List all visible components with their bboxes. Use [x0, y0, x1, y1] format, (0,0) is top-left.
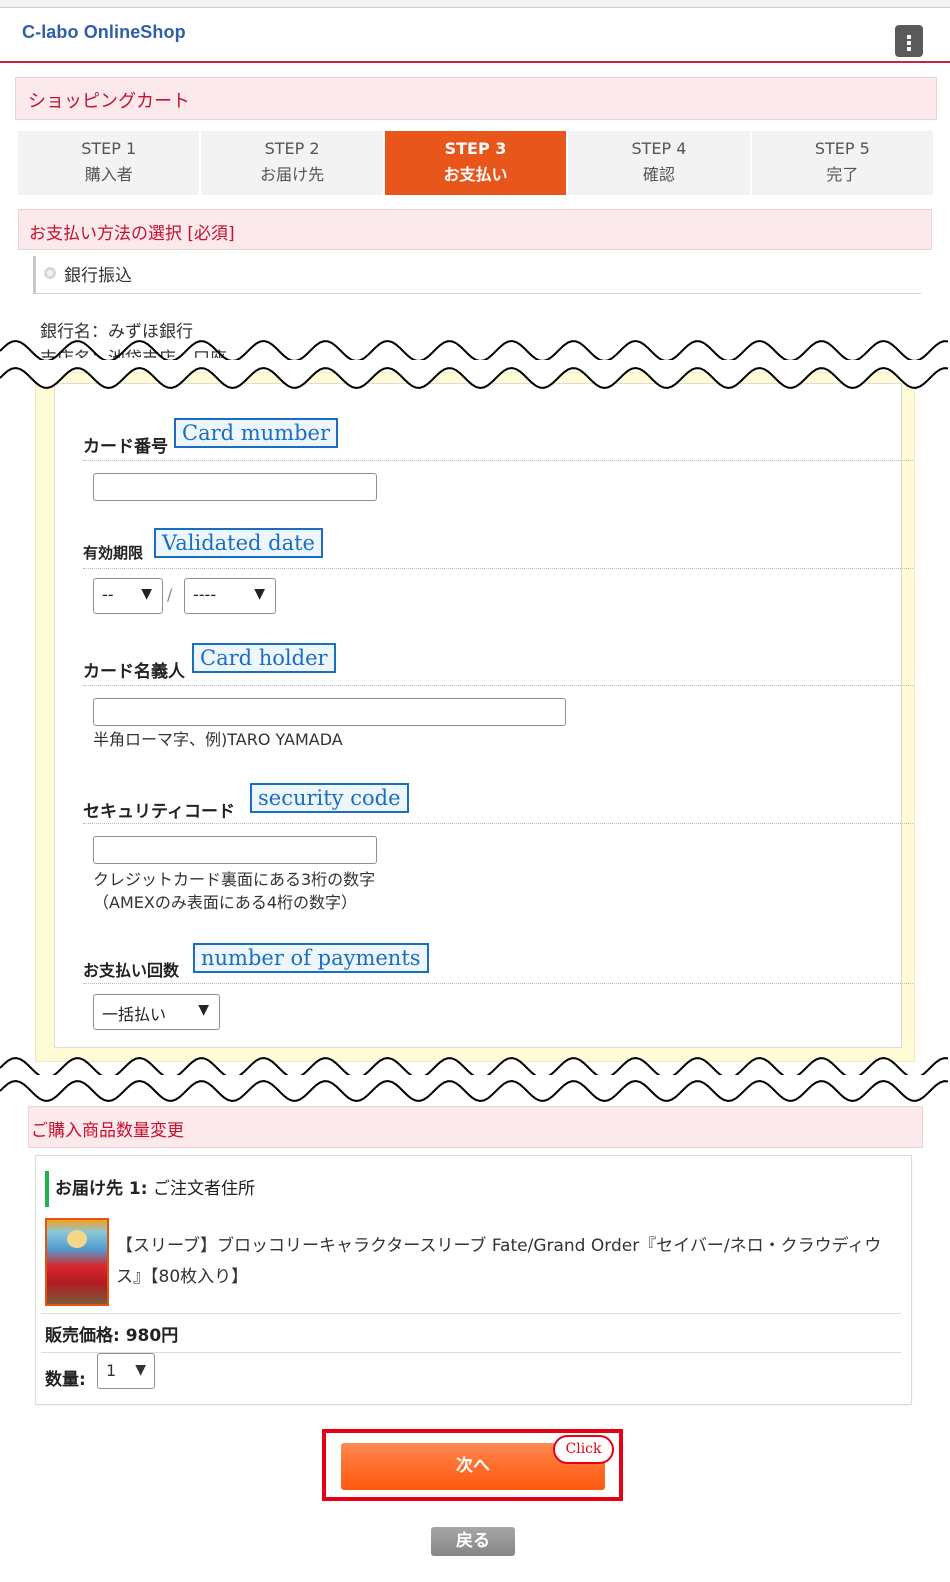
quantity-select[interactable]: 1 ▼ [97, 1353, 155, 1389]
security-code-hint-amex: （AMEXのみ表面にある4桁の数字） [93, 893, 358, 912]
divider [83, 823, 913, 824]
page-break-wave-bottom-2 [0, 1075, 950, 1103]
radio-button[interactable] [44, 267, 56, 279]
card-holder-hint: 半角ローマ字、例)TARO YAMADA [93, 730, 343, 749]
price-row: 販売価格: 980円 [45, 1326, 179, 1346]
page-title: ショッピングカート [28, 91, 190, 112]
installments-annotation: number of payments [193, 943, 429, 973]
ship-to-label: お届け先 1: ご注文者住所 [45, 1171, 255, 1207]
expiry-month-select[interactable]: -- ▼ [93, 578, 163, 614]
step-2: STEP 2 お届け先 [201, 131, 385, 195]
page-title-bar: ショッピングカート [15, 77, 937, 120]
expiry-label: 有効期限 [83, 544, 144, 562]
expiry-year-select[interactable]: ---- ▼ [184, 578, 276, 614]
expiry-annotation: Validated date [154, 528, 323, 558]
card-holder-input[interactable] [93, 698, 566, 726]
wave-fill [0, 1075, 950, 1101]
product-thumbnail[interactable] [45, 1218, 109, 1306]
click-annotation-badge: Click [553, 1435, 614, 1464]
card-holder-annotation: Card holder [192, 643, 336, 673]
divider [83, 568, 913, 569]
quantity-change-title: ご購入商品数量変更 [31, 1121, 184, 1141]
divider [41, 1313, 901, 1314]
divider [41, 1352, 901, 1353]
security-code-label: セキュリティコード [83, 802, 235, 822]
dropdown-arrow-icon: ▼ [135, 1362, 146, 1378]
step-4: STEP 4 確認 [568, 131, 752, 195]
quantity-label: 数量: [45, 1370, 86, 1390]
bank-transfer-label: 銀行振込 [64, 266, 132, 286]
payment-method-heading: お支払い方法の選択 [必須] [18, 209, 932, 250]
security-code-input[interactable] [93, 836, 377, 864]
browser-top-edge [0, 0, 950, 8]
order-item-box: お届け先 1: ご注文者住所 【スリーブ】ブロッコリーキャラクタースリーブ Fa… [35, 1155, 912, 1405]
back-button[interactable]: 戻る [431, 1527, 515, 1556]
wave-fill [0, 360, 950, 388]
card-holder-label: カード名義人 [83, 662, 185, 682]
card-number-label: カード番号 [83, 437, 168, 457]
divider [83, 983, 913, 984]
divider [83, 685, 913, 686]
price-value: 980円 [125, 1326, 179, 1346]
page-break-wave-bottom [0, 360, 950, 390]
security-code-hint: クレジットカード裏面にある3桁の数字 [93, 870, 376, 889]
divider [83, 460, 913, 461]
vertical-ellipsis-icon [907, 35, 911, 39]
installments-select[interactable]: 一括払い ▼ [93, 994, 220, 1030]
menu-button[interactable] [895, 25, 923, 57]
product-name: 【スリーブ】ブロッコリーキャラクタースリーブ Fate/Grand Order『… [116, 1236, 882, 1287]
checkout-steps: STEP 1 購入者 STEP 2 お届け先 STEP 3 お支払い STEP 4 確認… [18, 131, 934, 195]
step-1: STEP 1 購入者 [18, 131, 202, 195]
site-logo[interactable]: C-labo OnlineShop [22, 22, 186, 43]
quantity-change-heading: ご購入商品数量変更 [28, 1106, 923, 1148]
site-header: C-labo OnlineShop [0, 9, 950, 63]
payment-method-title: お支払い方法の選択 [必須] [29, 224, 235, 244]
dropdown-arrow-icon: ▼ [198, 1002, 209, 1018]
expiry-separator: / [167, 585, 173, 604]
step-3-current: STEP 3 お支払い [384, 131, 569, 195]
credit-card-panel: カード番号 Card mumber 有効期限 Validated date --… [35, 372, 915, 1062]
security-code-annotation: security code [250, 783, 409, 813]
payment-option-bank-transfer[interactable]: 銀行振込 [33, 256, 921, 294]
wave-line [0, 339, 949, 363]
credit-card-form: カード番号 Card mumber 有効期限 Validated date --… [54, 383, 913, 1048]
dropdown-arrow-icon: ▼ [141, 586, 152, 602]
installments-label: お支払い回数 [83, 961, 180, 980]
dropdown-arrow-icon: ▼ [254, 586, 265, 602]
step-5: STEP 5 完了 [751, 131, 934, 195]
card-number-annotation: Card mumber [174, 418, 339, 448]
card-number-input[interactable] [93, 473, 377, 501]
